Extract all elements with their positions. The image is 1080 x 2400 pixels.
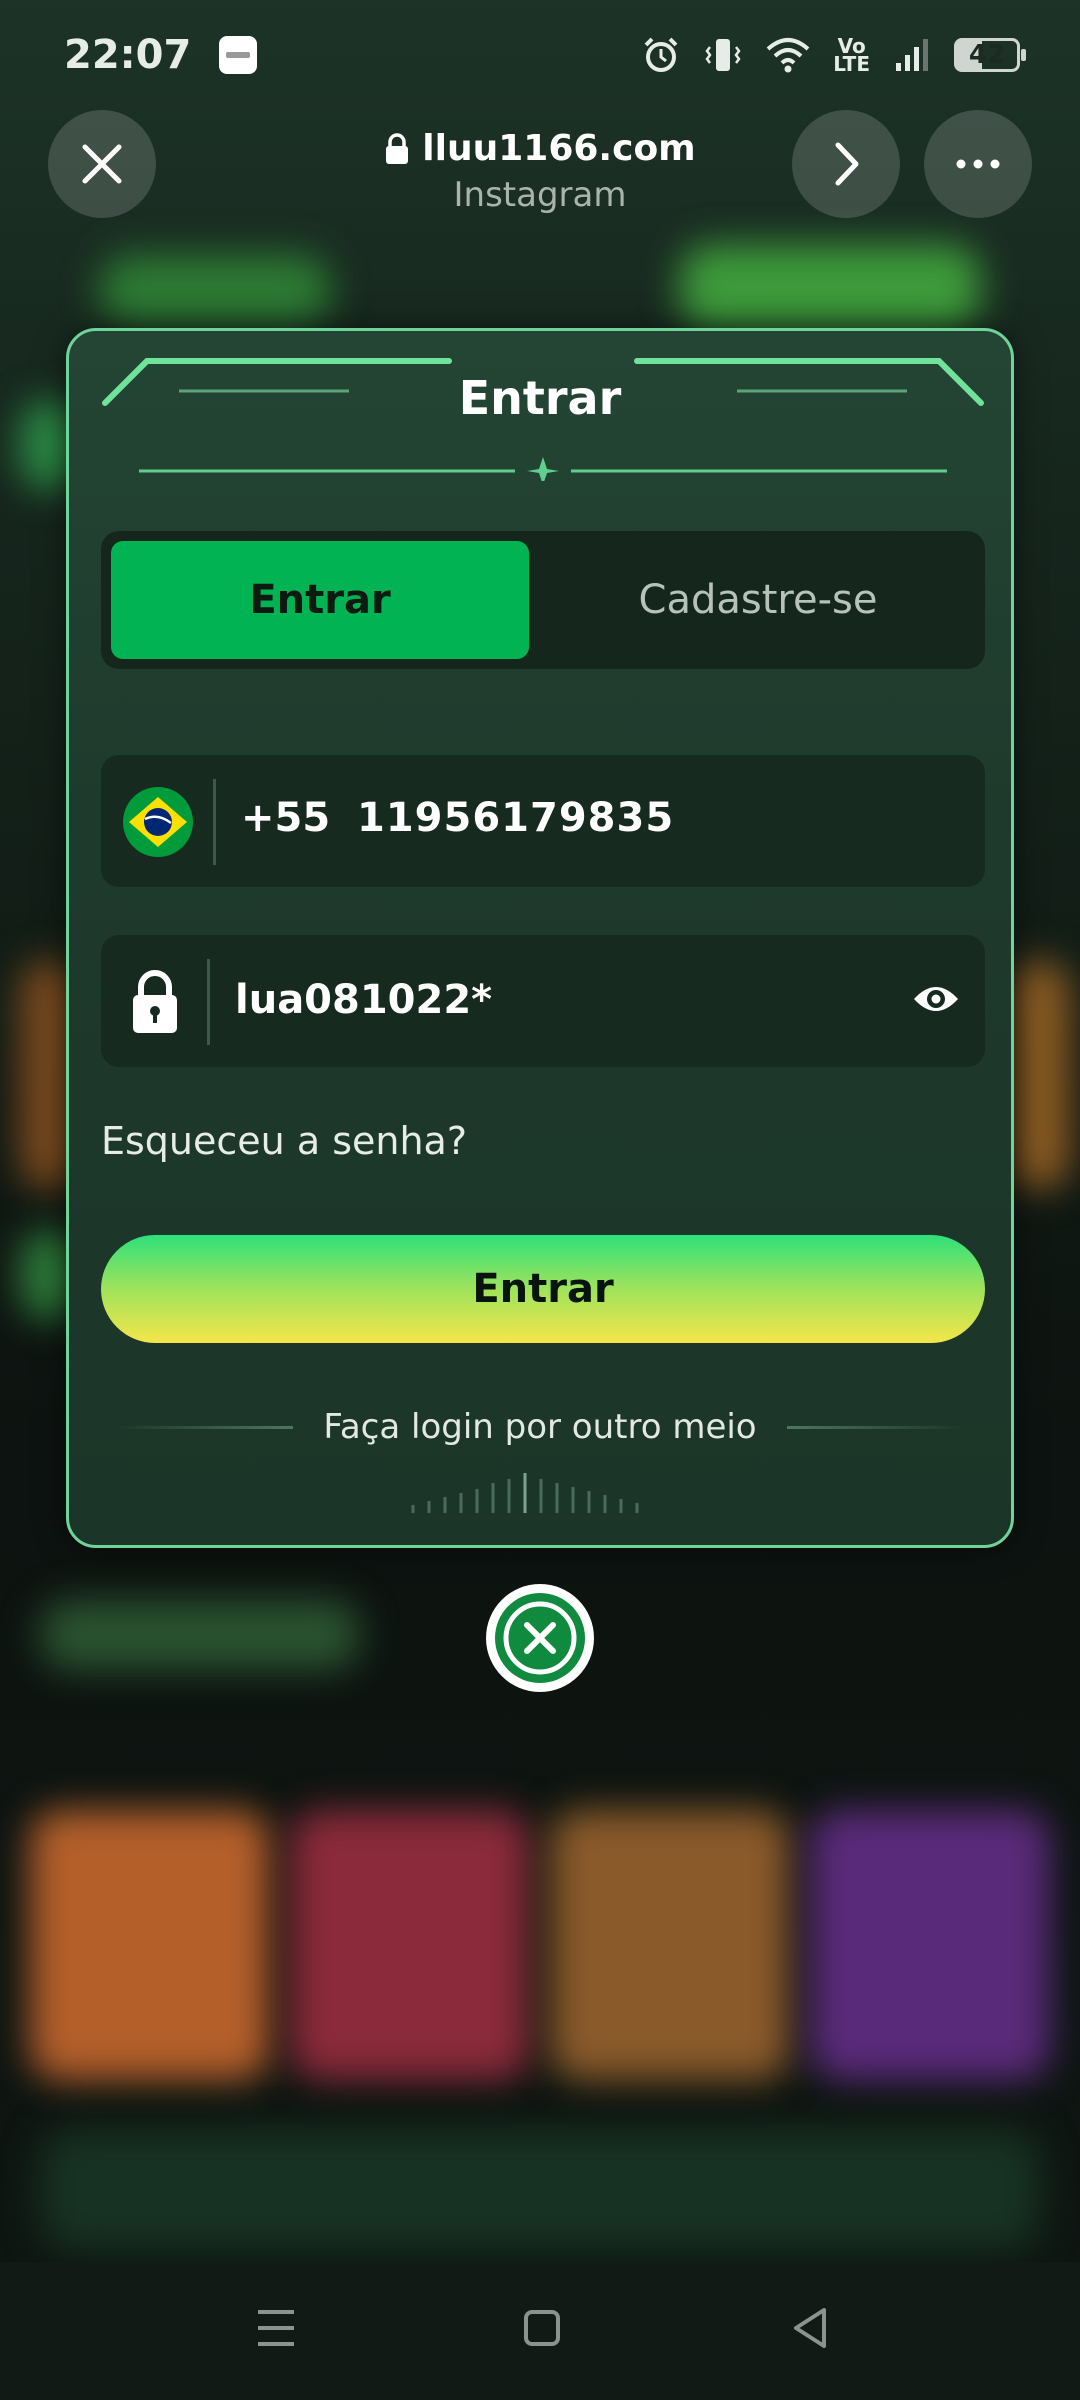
more-icon: [956, 159, 1000, 169]
dialog-title: Entrar: [458, 371, 622, 425]
field-divider: [213, 779, 216, 865]
status-icons: Vo LTE 42: [641, 34, 1026, 76]
battery-icon: 42: [954, 38, 1026, 72]
back-icon[interactable]: [790, 2306, 830, 2350]
lock-icon: [386, 132, 409, 164]
loading-indicator: [411, 1473, 639, 1513]
field-divider: [207, 959, 210, 1045]
url-source: Instagram: [453, 175, 627, 215]
password-field[interactable]: lua081022*: [101, 935, 985, 1067]
alarm-icon: [644, 37, 678, 72]
more-options-button[interactable]: [924, 110, 1032, 218]
chevron-right-icon: [835, 142, 859, 186]
alt-login-section: Faça login por outro meio: [69, 1407, 1011, 1447]
close-circle-icon: [495, 1593, 585, 1683]
phone-field[interactable]: +55 11956179835: [101, 755, 985, 887]
eye-icon[interactable]: [911, 979, 961, 1019]
forward-button[interactable]: [792, 110, 900, 218]
alt-login-divider: [786, 1425, 967, 1429]
lock-icon: [133, 970, 177, 1033]
wifi-icon: [766, 38, 810, 73]
close-dialog-button[interactable]: [486, 1584, 594, 1692]
alt-login-label: Faça login por outro meio: [323, 1407, 757, 1447]
volte-indicator: Vo LTE: [833, 34, 870, 76]
password-input[interactable]: lua081022*: [235, 977, 492, 1023]
close-browser-button[interactable]: [48, 110, 156, 218]
login-dialog: Entrar Entrar Cadastre-se +55 1195617983…: [66, 328, 1014, 1548]
browser-toolbar: lluu1166.com Instagram: [0, 110, 1080, 230]
close-icon: [82, 144, 122, 184]
phone-input[interactable]: 11956179835: [357, 795, 674, 841]
auth-tabs: Entrar Cadastre-se: [101, 531, 985, 669]
home-icon[interactable]: [522, 2306, 562, 2350]
status-bar: 22:07 Vo LTE 42: [0, 0, 1080, 110]
vibrate-icon: [705, 39, 741, 71]
signal-icon: [896, 39, 928, 71]
url-display[interactable]: lluu1166.com Instagram: [300, 128, 780, 215]
forgot-password-link[interactable]: Esqueceu a senha?: [101, 1119, 467, 1163]
notification-app-icon: [219, 36, 258, 74]
login-submit-button[interactable]: Entrar: [101, 1235, 985, 1343]
system-navigation-bar: [0, 2262, 1080, 2400]
status-time: 22:07: [64, 32, 192, 78]
brazil-flag-icon[interactable]: [123, 787, 193, 857]
alt-login-divider: [113, 1425, 294, 1429]
country-code[interactable]: +55: [241, 795, 330, 841]
url-text: lluu1166.com: [422, 128, 696, 169]
menu-icon[interactable]: [256, 2306, 296, 2350]
tab-login[interactable]: Entrar: [111, 541, 529, 659]
tab-register[interactable]: Cadastre-se: [541, 541, 975, 659]
